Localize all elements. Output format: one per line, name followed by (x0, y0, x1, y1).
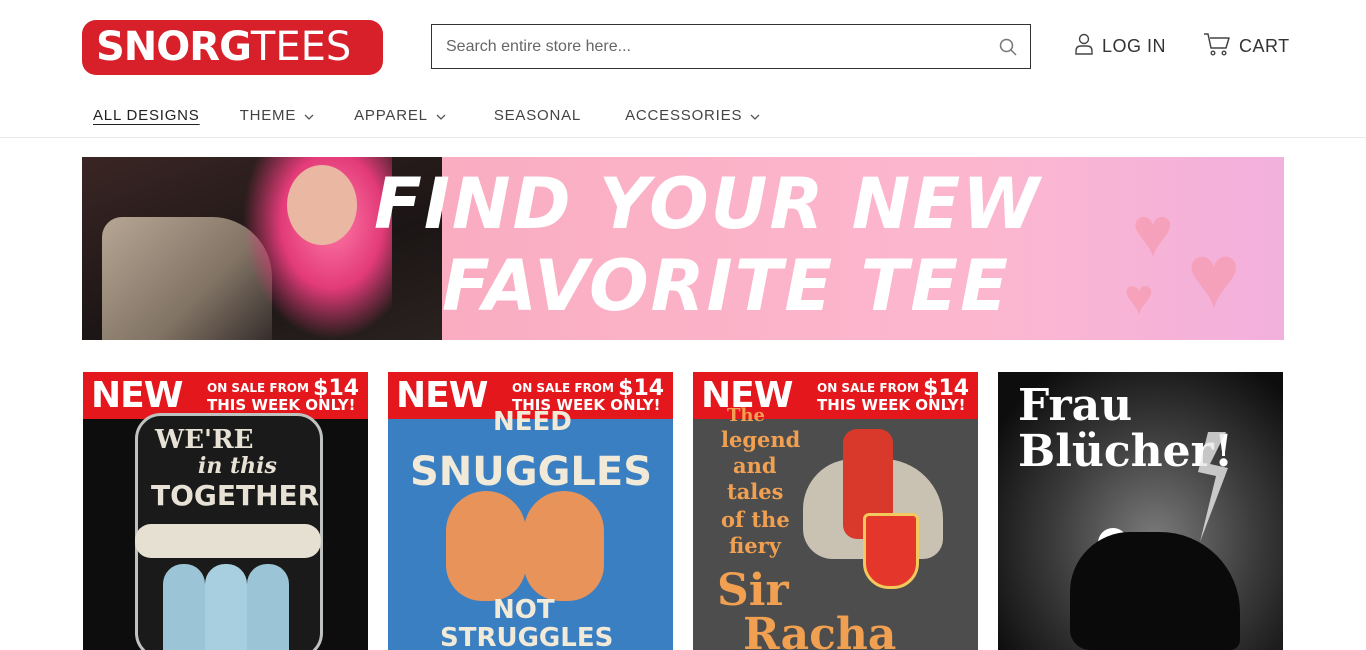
sale-from-text: ON SALE FROM (512, 381, 614, 395)
chevron-down-icon (304, 107, 314, 124)
horse-silhouette (1070, 532, 1240, 650)
product-art-owls: NEED SNUGGLES NOT STRUGGLES (388, 407, 673, 650)
sale-badge: NEW ON SALE FROM $14 THIS WEEK ONLY! (83, 372, 368, 419)
lightning-icon (1198, 432, 1228, 542)
hero-banner[interactable]: FIND YOUR NEW FAVORITE TEE ♥ ♥ ♥ (82, 157, 1284, 340)
art-text: STRUGGLES (440, 623, 614, 650)
cart-label: CART (1239, 35, 1290, 56)
chevron-down-icon (750, 107, 760, 124)
cart-icon (1203, 32, 1231, 61)
nav-label: THEME (239, 106, 297, 124)
owl-shape (446, 491, 526, 601)
art-text: in this (198, 453, 277, 479)
search-input[interactable] (446, 25, 986, 68)
login-label: LOG IN (1102, 35, 1167, 56)
sale-from-text: ON SALE FROM (817, 381, 919, 395)
heart-icon: ♥ (1132, 193, 1174, 271)
art-text: and (733, 453, 777, 478)
shield-shape (863, 513, 919, 589)
nav-label: ACCESSORIES (625, 106, 743, 124)
product-card[interactable]: NEW ON SALE FROM $14 THIS WEEK ONLY! NEE… (388, 372, 673, 650)
sardine-shape (205, 564, 247, 650)
art-text: of the (721, 507, 790, 532)
art-text: fiery (729, 533, 781, 558)
sale-from-text: ON SALE FROM (207, 381, 309, 395)
cart-link[interactable]: CART (1203, 32, 1290, 61)
product-card[interactable]: NEW ON SALE FROM $14 THIS WEEK ONLY! The… (693, 372, 978, 650)
art-text: Racha (743, 609, 897, 650)
chevron-down-icon (436, 107, 446, 124)
sardine-shape (163, 564, 205, 650)
art-text: The (727, 405, 765, 426)
logo-wordmark: SNORGTEES (96, 22, 351, 72)
product-grid: NEW ON SALE FROM $14 THIS WEEK ONLY! WE'… (83, 372, 1283, 650)
sardine-shape (247, 564, 289, 650)
tin-lid-roll (135, 524, 321, 558)
logo-light-text: TEES (250, 24, 352, 70)
nav-item-apparel[interactable]: APPAREL (354, 107, 446, 124)
art-text: tales (727, 479, 784, 504)
hero-headline-line1: FIND YOUR NEW (374, 163, 1042, 245)
art-text: NEED (493, 407, 572, 437)
search-box (431, 24, 1031, 69)
nav-label: APPAREL (354, 106, 428, 124)
art-text: Frau (1018, 380, 1133, 431)
nav-item-accessories[interactable]: ACCESSORIES (625, 107, 760, 124)
hero-face (287, 165, 357, 245)
main-nav: ALL DESIGNS THEME APPAREL SEASONAL ACCES… (93, 103, 800, 127)
hero-headline-line2: FAVORITE TEE (442, 245, 1010, 327)
product-card[interactable]: NEW ON SALE FROM $14 THIS WEEK ONLY! WE'… (83, 372, 368, 650)
nav-item-all-designs[interactable]: ALL DESIGNS (93, 107, 200, 124)
heart-icon: ♥ (1124, 269, 1154, 325)
art-text: TOGETHER (151, 479, 320, 512)
product-art-sardines: WE'RE in this TOGETHER (83, 413, 368, 650)
product-art-sir-racha: The legend and tales of the fiery Sir Ra… (693, 405, 978, 650)
art-text: SNUGGLES (410, 449, 653, 495)
new-label: NEW (91, 375, 183, 416)
nav-label: ALL DESIGNS (93, 106, 200, 124)
product-card[interactable]: Frau Blücher! (998, 372, 1283, 650)
snorgtees-logo[interactable]: SNORGTEES (82, 20, 383, 75)
new-label: NEW (396, 375, 488, 416)
search-icon[interactable] (998, 37, 1018, 57)
user-icon (1074, 33, 1094, 60)
heart-icon: ♥ (1187, 227, 1241, 327)
product-art-frau-blucher: Frau Blücher! (998, 372, 1283, 650)
sale-line2: THIS WEEK ONLY! (817, 396, 966, 414)
art-text: NOT (493, 595, 555, 625)
site-header: SNORGTEES LOG IN CART (0, 0, 1366, 138)
logo-bold-text: SNORG (96, 24, 252, 70)
art-text: legend (721, 427, 801, 452)
nav-item-theme[interactable]: THEME (240, 107, 315, 124)
owl-shape (524, 491, 604, 601)
art-text: WE'RE (155, 425, 254, 455)
nav-item-seasonal[interactable]: SEASONAL (494, 107, 581, 124)
nav-label: SEASONAL (493, 106, 582, 124)
login-link[interactable]: LOG IN (1074, 33, 1167, 60)
sale-line2: THIS WEEK ONLY! (207, 396, 356, 414)
